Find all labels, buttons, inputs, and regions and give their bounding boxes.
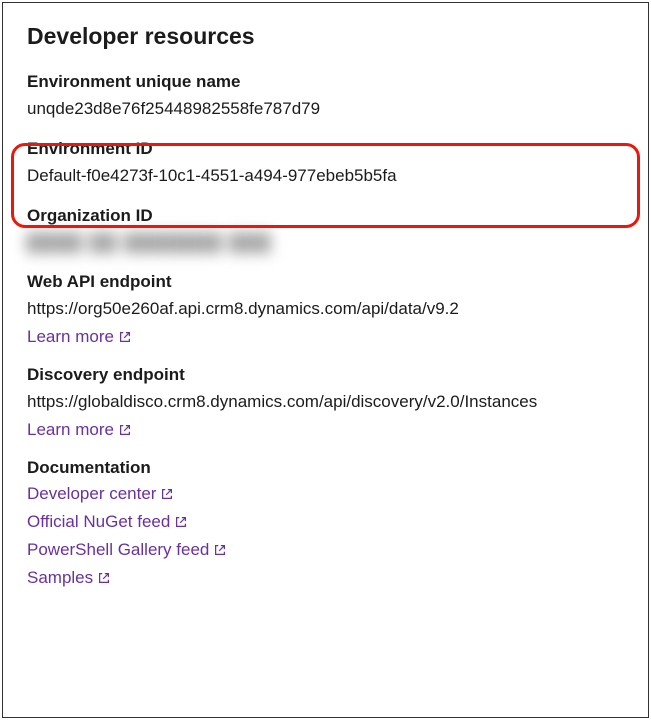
developer-center-link[interactable]: Developer center bbox=[27, 484, 624, 504]
nuget-feed-link[interactable]: Official NuGet feed bbox=[27, 512, 624, 532]
learn-more-discovery-link[interactable]: Learn more bbox=[27, 420, 132, 440]
link-label: Samples bbox=[27, 568, 93, 588]
learn-more-label: Learn more bbox=[27, 327, 114, 347]
external-link-icon bbox=[118, 330, 132, 344]
learn-more-label: Learn more bbox=[27, 420, 114, 440]
label-web-api: Web API endpoint bbox=[27, 272, 624, 292]
learn-more-web-api-link[interactable]: Learn more bbox=[27, 327, 132, 347]
section-env-unique-name: Environment unique name unqde23d8e76f254… bbox=[27, 72, 624, 121]
link-label: Developer center bbox=[27, 484, 156, 504]
value-web-api: https://org50e260af.api.crm8.dynamics.co… bbox=[27, 298, 624, 321]
label-discovery: Discovery endpoint bbox=[27, 365, 624, 385]
external-link-icon bbox=[118, 423, 132, 437]
powershell-gallery-link[interactable]: PowerShell Gallery feed bbox=[27, 540, 624, 560]
section-discovery: Discovery endpoint https://globaldisco.c… bbox=[27, 365, 624, 440]
external-link-icon bbox=[213, 543, 227, 557]
link-label: Official NuGet feed bbox=[27, 512, 170, 532]
external-link-icon bbox=[174, 515, 188, 529]
value-discovery: https://globaldisco.crm8.dynamics.com/ap… bbox=[27, 391, 624, 414]
label-org-id: Organization ID bbox=[27, 206, 624, 226]
label-env-unique-name: Environment unique name bbox=[27, 72, 624, 92]
section-org-id: Organization ID ████ ██ ███████ ███ bbox=[27, 206, 624, 254]
developer-resources-panel: Developer resources Environment unique n… bbox=[2, 2, 649, 718]
label-documentation: Documentation bbox=[27, 458, 624, 478]
external-link-icon bbox=[97, 571, 111, 585]
link-label: PowerShell Gallery feed bbox=[27, 540, 209, 560]
section-documentation: Documentation Developer center Official … bbox=[27, 458, 624, 588]
value-env-unique-name: unqde23d8e76f25448982558fe787d79 bbox=[27, 98, 624, 121]
section-env-id: Environment ID Default-f0e4273f-10c1-455… bbox=[27, 139, 624, 188]
section-web-api: Web API endpoint https://org50e260af.api… bbox=[27, 272, 624, 347]
external-link-icon bbox=[160, 487, 174, 501]
label-env-id: Environment ID bbox=[27, 139, 624, 159]
value-env-id: Default-f0e4273f-10c1-4551-a494-977ebeb5… bbox=[27, 165, 624, 188]
page-title: Developer resources bbox=[27, 23, 624, 50]
value-org-id-redacted: ████ ██ ███████ ███ bbox=[27, 232, 624, 254]
samples-link[interactable]: Samples bbox=[27, 568, 624, 588]
